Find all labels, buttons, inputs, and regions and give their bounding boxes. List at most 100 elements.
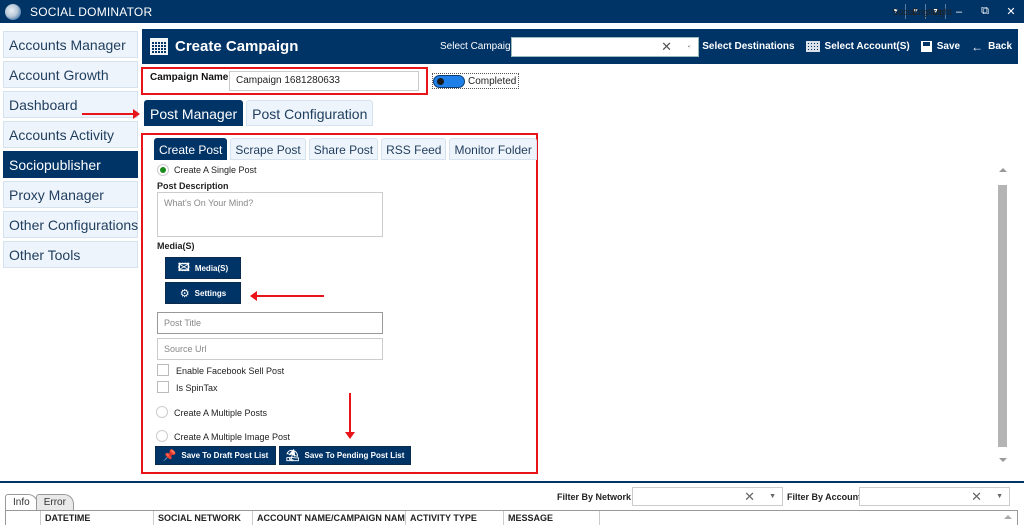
tab-info[interactable]: Info [5, 494, 38, 510]
tab-error[interactable]: Error [35, 494, 74, 510]
single-post-radio[interactable] [157, 164, 169, 176]
facebook-sell-label: Enable Facebook Sell Post [176, 366, 285, 376]
header-actions: Select Destinations Select Account(S) Sa… [672, 29, 1012, 64]
post-title-input[interactable]: Post Title [157, 312, 383, 334]
back-label: Back [988, 41, 1012, 52]
sidebar-item-accounts-activity[interactable]: Accounts Activity [3, 121, 138, 148]
spintax-checkbox[interactable] [157, 381, 169, 393]
main-tabs: Post Manager Post Configuration [144, 100, 376, 126]
save-button[interactable]: Save [920, 41, 961, 52]
campaign-name-label: Campaign Name [150, 72, 229, 83]
media-button[interactable]: 🖾 Media(S) [165, 257, 241, 279]
post-description-input[interactable]: What's On Your Mind? [157, 192, 383, 237]
campaign-name-input[interactable]: Campaign 1681280633 [229, 71, 419, 91]
column-header-activity-type[interactable]: ACTIVITY TYPE [406, 511, 504, 525]
source-url-input[interactable]: Source Url [157, 338, 383, 360]
tab-share-post[interactable]: Share Post [308, 138, 379, 160]
single-post-label: Create A Single Post [174, 165, 257, 175]
filter-account-label: Filter By Account [787, 492, 862, 502]
tab-scrape-post[interactable]: Scrape Post [230, 138, 306, 160]
select-accounts-button[interactable]: Select Account(S) [805, 41, 910, 52]
save-to-pending-label: Save To Pending Post List [304, 451, 405, 460]
save-label: Save [936, 41, 961, 52]
filter-network-dropdown[interactable]: ✕ ▼ [632, 487, 783, 506]
campaign-header: Create Campaign Select Campaign ✕ ▼ Sele… [142, 29, 1018, 64]
select-campaign-label: Select Campaign [440, 41, 517, 52]
sidebar: Accounts Manager Account Growth Dashboar… [3, 31, 138, 271]
media-label: Media(S) [157, 241, 195, 251]
completed-label: Completed [468, 75, 517, 87]
sidebar-item-accounts-manager[interactable]: Accounts Manager [3, 31, 138, 58]
chevron-down-icon[interactable]: ▼ [996, 493, 1003, 500]
column-header-social-network[interactable]: SOCIAL NETWORK [154, 511, 253, 525]
media-button-label: Media(S) [194, 263, 229, 273]
multiple-image-post-label: Create A Multiple Image Post [174, 432, 291, 442]
theme-selector-value: Light [932, 6, 952, 17]
completed-toggle[interactable]: Completed [432, 73, 520, 89]
select-destinations-button[interactable]: Select Destinations [683, 41, 795, 52]
post-type-tabs: Create Post Scrape Post Share Post RSS F… [154, 138, 540, 160]
calendar-icon [150, 38, 168, 55]
sidebar-item-other-configurations[interactable]: Other Configurations [3, 211, 138, 238]
content-scrollbar[interactable] [997, 165, 1009, 465]
title-bar-controls: Social ▼ English ▼ Light ▼ – ⧉ ✕ [886, 0, 1024, 23]
clear-icon[interactable]: ✕ [744, 489, 755, 505]
log-panel-separator [0, 481, 1024, 483]
campaign-name-highlight: Campaign Name Campaign 1681280633 [141, 67, 428, 95]
tab-post-manager[interactable]: Post Manager [144, 100, 244, 126]
toggle-knob [437, 77, 444, 85]
sidebar-item-sociopublisher[interactable]: Sociopublisher [3, 151, 138, 178]
column-header-select[interactable] [6, 511, 41, 525]
activity-log-table: DATETIME SOCIAL NETWORK ACCOUNT NAME/CAM… [5, 510, 1018, 525]
post-description-label: Post Description [157, 181, 229, 191]
tab-monitor-folder[interactable]: Monitor Folder [449, 138, 537, 160]
spintax-label: Is SpinTax [176, 383, 218, 393]
tab-rss-feed[interactable]: RSS Feed [381, 138, 447, 160]
save-to-draft-button[interactable]: 📌 Save To Draft Post List [155, 446, 276, 465]
pending-icon: ⛱ [285, 450, 300, 462]
scroll-thumb[interactable] [998, 185, 1007, 447]
tab-create-post[interactable]: Create Post [154, 138, 228, 160]
language-selector[interactable]: English ▼ [912, 4, 942, 19]
save-icon [920, 41, 932, 52]
save-to-pending-button[interactable]: ⛱ Save To Pending Post List [279, 446, 411, 465]
column-header-account-campaign[interactable]: ACCOUNT NAME/CAMPAIGN NAME [253, 511, 406, 525]
select-campaign-dropdown[interactable]: ✕ ▼ [511, 37, 699, 57]
multiple-posts-label: Create A Multiple Posts [174, 408, 268, 418]
close-button[interactable]: ✕ [998, 5, 1024, 18]
select-destinations-label: Select Destinations [702, 41, 795, 52]
save-to-draft-label: Save To Draft Post List [181, 451, 269, 460]
log-tabs: Info Error [5, 494, 74, 510]
scroll-up-icon[interactable] [1004, 515, 1012, 519]
back-button[interactable]: ← Back [971, 40, 1012, 54]
page-title: Create Campaign [175, 38, 299, 55]
multiple-image-post-radio[interactable] [156, 430, 168, 442]
filter-network-label: Filter By Network [557, 492, 632, 502]
network-selector[interactable]: Social ▼ [892, 4, 917, 19]
filter-account-dropdown[interactable]: ✕ ▼ [859, 487, 1010, 506]
pin-icon: 📌 [162, 450, 177, 462]
settings-button[interactable]: ⚙ Settings [165, 282, 241, 304]
title-bar: SOCIAL DOMINATOR Social ▼ English ▼ Ligh… [0, 0, 1024, 23]
scroll-down-icon[interactable] [999, 458, 1007, 462]
select-grid-icon [683, 41, 698, 52]
column-header-message[interactable]: MESSAGE [504, 511, 600, 525]
clear-icon[interactable]: ✕ [971, 489, 982, 505]
theme-selector[interactable]: Light ▼ [932, 4, 952, 19]
sidebar-item-other-tools[interactable]: Other Tools [3, 241, 138, 268]
toggle-switch[interactable] [433, 74, 465, 88]
facebook-sell-checkbox[interactable] [157, 364, 169, 376]
column-header-filler [600, 511, 1017, 525]
back-arrow-icon: ← [971, 39, 984, 54]
sidebar-item-proxy-manager[interactable]: Proxy Manager [3, 181, 138, 208]
title-separator [0, 23, 1024, 28]
clear-icon[interactable]: ✕ [661, 39, 672, 55]
scroll-up-icon[interactable] [999, 168, 1007, 172]
chevron-down-icon[interactable]: ▼ [769, 493, 776, 500]
column-header-datetime[interactable]: DATETIME [41, 511, 154, 525]
sidebar-item-account-growth[interactable]: Account Growth [3, 61, 138, 88]
app-title: SOCIAL DOMINATOR [30, 4, 153, 19]
tab-post-configuration[interactable]: Post Configuration [246, 100, 374, 126]
image-icon: 🖾 [177, 261, 190, 274]
multiple-posts-radio[interactable] [156, 406, 168, 418]
